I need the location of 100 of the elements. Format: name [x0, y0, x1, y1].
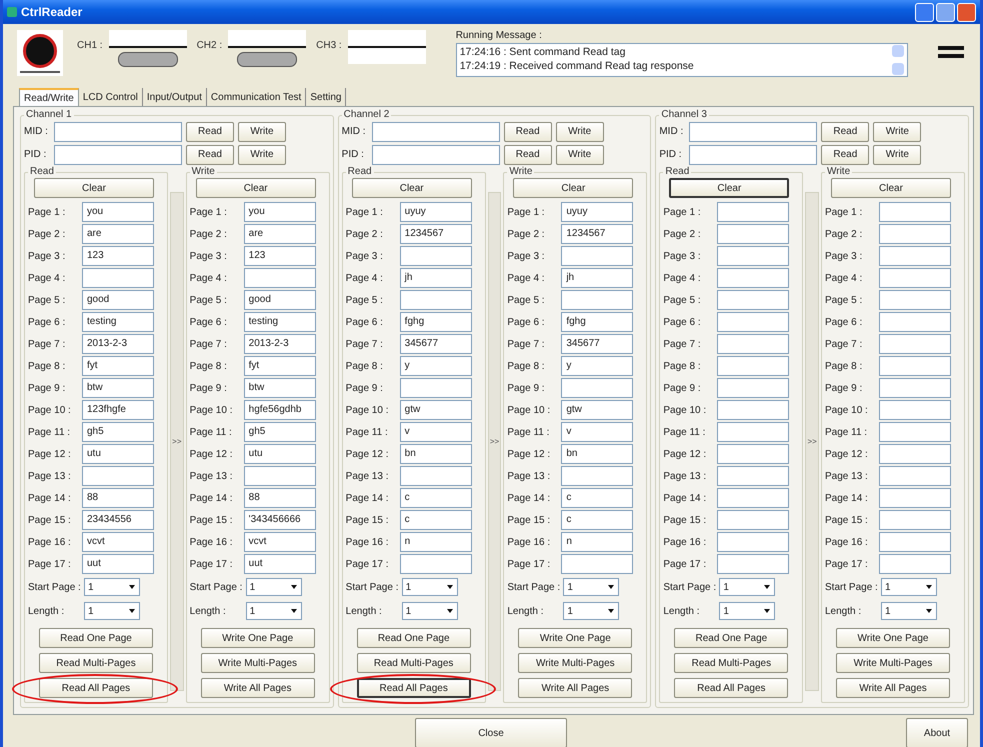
- page-field[interactable]: [717, 532, 790, 552]
- dropdown[interactable]: 1: [402, 578, 458, 596]
- page-field[interactable]: jh: [400, 268, 472, 288]
- page-field[interactable]: [717, 488, 790, 508]
- page-field[interactable]: [400, 554, 472, 574]
- dropdown[interactable]: 1: [563, 578, 620, 596]
- action-button[interactable]: Write Multi-Pages: [200, 653, 315, 673]
- close-button[interactable]: Close: [415, 718, 567, 747]
- small-button[interactable]: Write: [556, 122, 604, 142]
- page-field[interactable]: 345677: [400, 334, 472, 354]
- tab[interactable]: Read/Write: [19, 88, 79, 106]
- page-field[interactable]: [879, 224, 951, 244]
- page-field[interactable]: [717, 466, 790, 486]
- small-button[interactable]: Write: [238, 122, 286, 142]
- maximize-button[interactable]: [936, 2, 955, 22]
- action-button[interactable]: Write All Pages: [836, 678, 950, 698]
- page-field[interactable]: uut: [82, 554, 154, 574]
- page-field[interactable]: n: [400, 532, 472, 552]
- action-button[interactable]: Write One Page: [518, 628, 632, 648]
- small-button[interactable]: Read: [186, 144, 234, 164]
- small-button[interactable]: Write: [873, 122, 922, 142]
- clear-button[interactable]: Clear: [34, 178, 154, 198]
- scroll-up-icon[interactable]: [892, 45, 904, 57]
- page-field[interactable]: are: [82, 224, 154, 244]
- page-field[interactable]: [244, 466, 316, 486]
- page-field[interactable]: [717, 356, 790, 376]
- page-field[interactable]: are: [244, 224, 316, 244]
- page-field[interactable]: [879, 444, 951, 464]
- page-field[interactable]: c: [400, 488, 472, 508]
- small-button[interactable]: Read: [186, 122, 234, 142]
- page-field[interactable]: fghg: [561, 312, 634, 332]
- page-field[interactable]: [717, 422, 790, 442]
- small-button[interactable]: Read: [821, 122, 870, 142]
- action-button[interactable]: Write Multi-Pages: [836, 653, 950, 673]
- page-field[interactable]: [717, 334, 790, 354]
- page-field[interactable]: [561, 290, 634, 310]
- about-button[interactable]: About: [906, 718, 968, 747]
- page-field[interactable]: '343456666: [244, 510, 316, 530]
- page-field[interactable]: c: [400, 510, 472, 530]
- small-button[interactable]: Write: [873, 144, 922, 164]
- clear-button[interactable]: Clear: [196, 178, 316, 198]
- page-field[interactable]: [717, 290, 790, 310]
- page-field[interactable]: [879, 312, 951, 332]
- page-field[interactable]: [400, 290, 472, 310]
- page-field[interactable]: you: [82, 202, 154, 222]
- page-field[interactable]: y: [561, 356, 634, 376]
- dropdown[interactable]: 1: [563, 602, 620, 620]
- page-field[interactable]: bn: [561, 444, 634, 464]
- page-field[interactable]: [879, 356, 951, 376]
- page-field[interactable]: [717, 444, 790, 464]
- dropdown[interactable]: 1: [719, 602, 776, 620]
- page-field[interactable]: 345677: [561, 334, 634, 354]
- small-button[interactable]: Write: [556, 144, 604, 164]
- action-button[interactable]: Write All Pages: [518, 678, 632, 698]
- page-field[interactable]: hgfe56gdhb: [244, 400, 316, 420]
- minimize-button[interactable]: [915, 2, 934, 22]
- page-field[interactable]: [879, 488, 951, 508]
- page-field[interactable]: fyt: [244, 356, 316, 376]
- page-field[interactable]: [717, 400, 790, 420]
- page-field[interactable]: [82, 466, 154, 486]
- page-field[interactable]: c: [561, 510, 634, 530]
- page-field[interactable]: utu: [244, 444, 316, 464]
- dropdown[interactable]: 1: [881, 602, 937, 620]
- page-field[interactable]: testing: [244, 312, 316, 332]
- action-button[interactable]: Read One Page: [356, 628, 471, 648]
- page-field[interactable]: [717, 510, 790, 530]
- page-field[interactable]: [879, 334, 951, 354]
- page-field[interactable]: gtw: [561, 400, 634, 420]
- page-field[interactable]: vcvt: [82, 532, 154, 552]
- page-field[interactable]: 88: [244, 488, 316, 508]
- page-field[interactable]: good: [82, 290, 154, 310]
- page-field[interactable]: n: [561, 532, 634, 552]
- input-field[interactable]: [689, 122, 818, 142]
- page-field[interactable]: utu: [82, 444, 154, 464]
- page-field[interactable]: [879, 466, 951, 486]
- action-button[interactable]: Read All Pages: [674, 678, 788, 698]
- page-field[interactable]: btw: [82, 378, 154, 398]
- page-field[interactable]: [244, 268, 316, 288]
- page-field[interactable]: gh5: [82, 422, 154, 442]
- page-field[interactable]: [561, 466, 634, 486]
- scroll-down-icon[interactable]: [892, 63, 904, 75]
- page-field[interactable]: jh: [561, 268, 634, 288]
- input-field[interactable]: [372, 122, 500, 142]
- page-field[interactable]: [879, 202, 951, 222]
- page-field[interactable]: you: [244, 202, 316, 222]
- page-field[interactable]: uyuy: [561, 202, 634, 222]
- action-button[interactable]: Write One Page: [836, 628, 950, 648]
- page-field[interactable]: [400, 378, 472, 398]
- small-button[interactable]: Read: [504, 144, 552, 164]
- page-field[interactable]: gtw: [400, 400, 472, 420]
- page-field[interactable]: vcvt: [244, 532, 316, 552]
- clear-button[interactable]: Clear: [831, 178, 951, 198]
- action-button[interactable]: Read Multi-Pages: [39, 653, 153, 673]
- page-field[interactable]: btw: [244, 378, 316, 398]
- page-field[interactable]: 123fhgfe: [82, 400, 154, 420]
- page-field[interactable]: 123: [82, 246, 154, 266]
- page-field[interactable]: v: [561, 422, 634, 442]
- dropdown[interactable]: 1: [402, 602, 458, 620]
- dropdown[interactable]: 1: [719, 578, 776, 596]
- input-field[interactable]: [689, 144, 818, 164]
